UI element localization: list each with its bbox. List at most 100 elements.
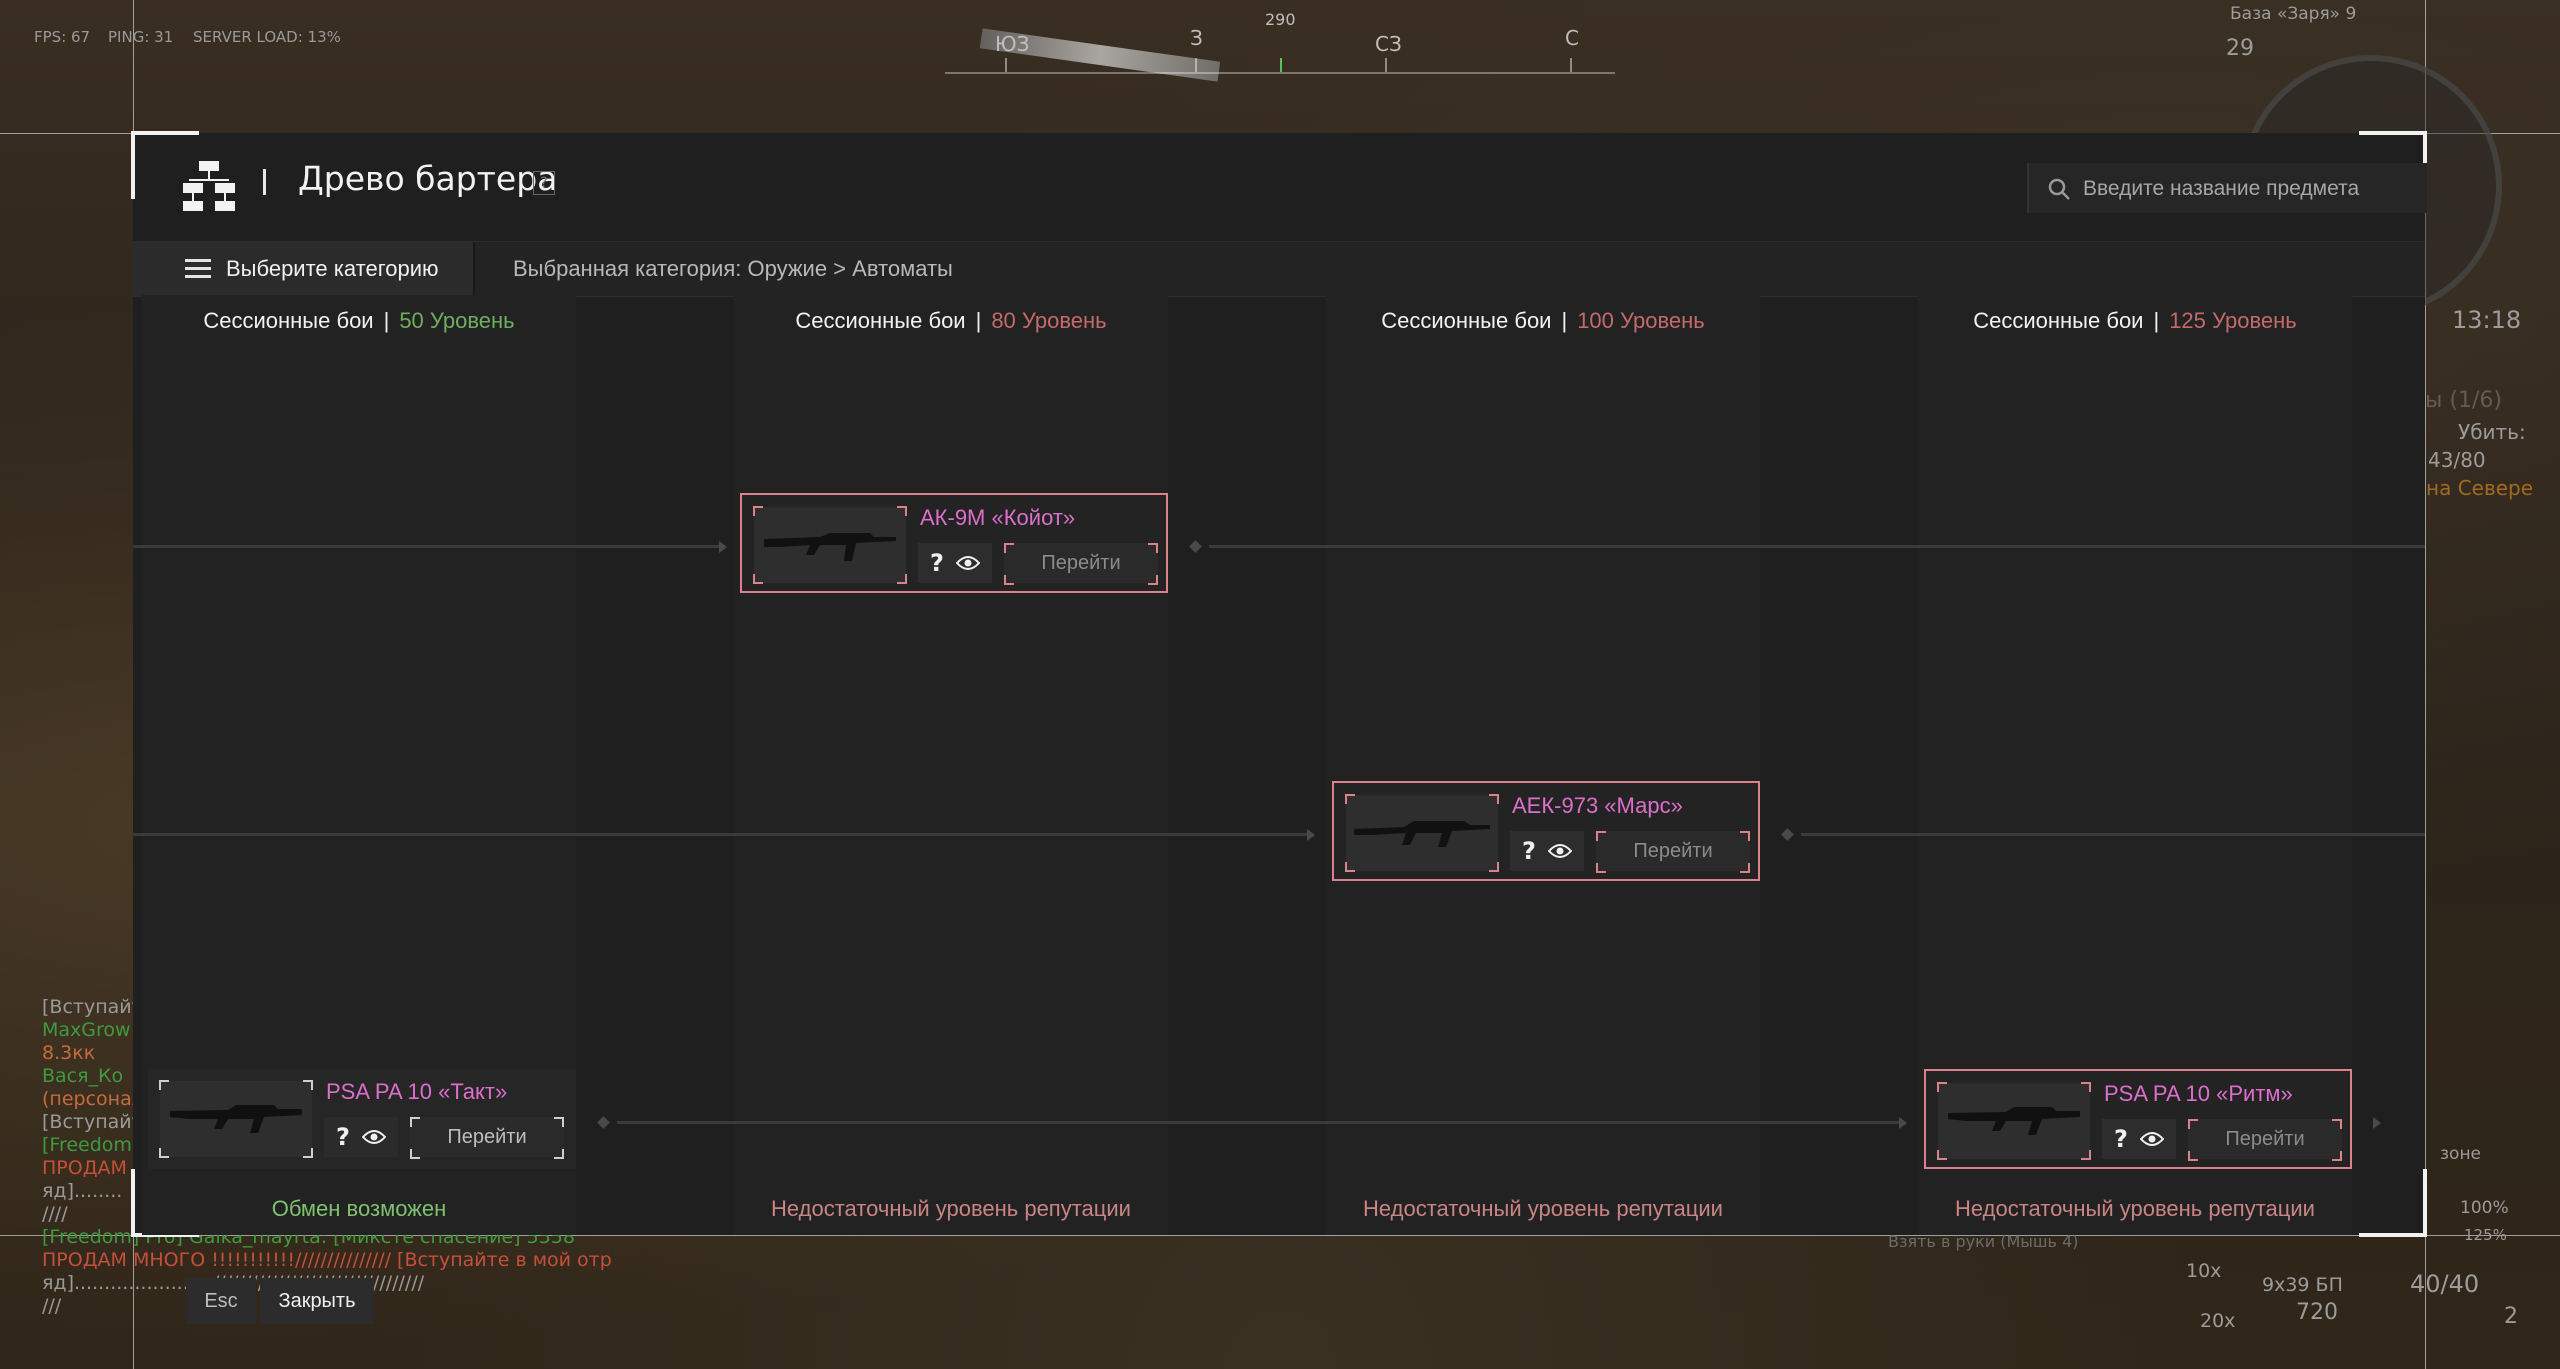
weapon-thumbnail xyxy=(159,1080,313,1158)
quest-location: на Севере xyxy=(2426,476,2534,500)
category-bar: Выберите категорию Выбранная категория: … xyxy=(133,241,2425,297)
menu-icon xyxy=(185,259,211,279)
column-mode: Сессионные бои xyxy=(203,308,374,333)
column-level: 80 Уровень xyxy=(991,308,1107,333)
dialog-title: Древо бартера xyxy=(298,159,558,198)
item-card-ak9m[interactable]: АК-9М «Койот» ? Перейти xyxy=(740,493,1168,593)
compass-label: СЗ xyxy=(1375,32,1402,56)
go-to-item-button[interactable]: Перейти xyxy=(410,1117,564,1157)
stat-percent-b: 125% xyxy=(2464,1226,2507,1244)
go-to-item-button[interactable]: Перейти xyxy=(1596,831,1750,871)
compass-heading: 290 xyxy=(1265,10,1296,29)
select-category-label: Выберите категорию xyxy=(226,256,439,281)
column-level: 100 Уровень xyxy=(1577,308,1705,333)
select-category-button[interactable]: Выберите категорию xyxy=(133,242,475,296)
search-icon xyxy=(2048,178,2070,200)
zoom-level-alt: 20x xyxy=(2200,1310,2236,1332)
barter-tree-dialog: Древо бартера ? Выберите категорию Выбра… xyxy=(131,131,2427,1237)
ammo-type: 9x39 БП xyxy=(2262,1274,2343,1296)
item-actions: ? xyxy=(324,1117,398,1157)
weapon-thumbnail xyxy=(1345,794,1499,872)
item-info-button[interactable]: ? xyxy=(336,1123,350,1151)
search-box[interactable] xyxy=(2027,163,2427,215)
zone-label: зоне xyxy=(2440,1144,2482,1164)
column-mode: Сессионные бои xyxy=(1973,308,2144,333)
quest-count: 43/80 xyxy=(2428,448,2486,472)
tier-column: Сессионные бои | 80 Уровень Недостаточный … xyxy=(734,295,1168,1235)
weapon-thumbnail xyxy=(1937,1082,2091,1160)
stat-percent-a: 100% xyxy=(2460,1198,2509,1218)
connector-line xyxy=(1801,833,2425,836)
dialog-header: Древо бартера ? xyxy=(133,133,2427,241)
column-header: Сессионные бои | 80 Уровень xyxy=(795,308,1107,333)
connector-arrow xyxy=(719,541,727,553)
compass-label: ЮЗ xyxy=(995,32,1030,56)
go-to-item-button[interactable]: Перейти xyxy=(2188,1119,2342,1159)
zoom-level: 10x xyxy=(2186,1260,2222,1282)
column-mode: Сессионные бои xyxy=(795,308,966,333)
column-level: 50 Уровень xyxy=(399,308,515,333)
eye-icon[interactable] xyxy=(2140,1129,2164,1149)
chat-line: ПРОДАМ МНОГО !!!!!!!!!!!/////////////// … xyxy=(42,1249,612,1271)
item-actions: ? xyxy=(2102,1119,2176,1159)
quest-kill-label: Убить: xyxy=(2458,420,2526,444)
item-info-button[interactable]: ? xyxy=(1522,837,1536,865)
item-card-aek973[interactable]: АЕК-973 «Марс» ? Перейти xyxy=(1332,781,1760,881)
column-mode: Сессионные бои xyxy=(1381,308,1552,333)
column-status: Недостаточный уровень репутации xyxy=(1363,1196,1723,1221)
item-card-psa-takt[interactable]: PSA PA 10 «Такт» ? Перейти xyxy=(148,1069,576,1169)
ping-counter: PING: 31 xyxy=(108,28,174,46)
title-separator xyxy=(263,169,266,195)
grenade-count: 2 xyxy=(2504,1304,2518,1329)
compass: ЮЗ З 290 СЗ С xyxy=(945,10,1615,90)
item-card-psa-ritm[interactable]: PSA PA 10 «Ритм» ? Перейти xyxy=(1924,1069,2352,1169)
server-load: SERVER LOAD: 13% xyxy=(193,28,341,46)
magazine-count: 40/40 xyxy=(2410,1270,2480,1298)
connector-line xyxy=(617,1121,1903,1124)
connector-line xyxy=(133,833,1311,836)
item-name: PSA PA 10 «Ритм» xyxy=(2104,1081,2293,1106)
eye-icon[interactable] xyxy=(956,553,980,573)
help-button[interactable]: ? xyxy=(533,171,555,195)
item-actions: ? xyxy=(1510,831,1584,871)
column-status: Обмен возможен xyxy=(271,1196,447,1221)
ammo-reserve: 720 xyxy=(2296,1300,2338,1325)
go-to-item-button[interactable]: Перейти xyxy=(1004,543,1158,583)
column-level: 125 Уровень xyxy=(2169,308,2297,333)
item-info-button[interactable]: ? xyxy=(930,549,944,577)
item-name: АК-9М «Койот» xyxy=(920,505,1076,530)
connector-line xyxy=(1209,545,2425,548)
selected-category: Выбранная категория: Оружие > Автоматы xyxy=(513,256,953,281)
item-actions: ? xyxy=(918,543,992,583)
search-input[interactable] xyxy=(2081,163,2415,215)
barter-tree-icon xyxy=(183,161,235,211)
weapon-thumbnail xyxy=(753,506,907,584)
connector-node xyxy=(597,1116,610,1129)
base-name: База «Заря» 9 xyxy=(2230,4,2357,24)
eye-icon[interactable] xyxy=(1548,841,1572,861)
column-header: Сессионные бои | 100 Уровень xyxy=(1381,308,1705,333)
close-button[interactable]: Закрыть xyxy=(260,1278,374,1324)
connector-node xyxy=(1189,540,1202,553)
connector-line xyxy=(133,545,723,548)
compass-label: З xyxy=(1190,26,1203,50)
connector-arrow xyxy=(1899,1117,1907,1129)
eye-icon[interactable] xyxy=(362,1127,386,1147)
connector-node xyxy=(1781,828,1794,841)
esc-key-hint: Esc xyxy=(186,1278,256,1324)
column-header: Сессионные бои | 125 Уровень xyxy=(1973,308,2297,333)
item-name: PSA PA 10 «Такт» xyxy=(326,1079,508,1104)
fps-counter: FPS: 67 xyxy=(34,28,91,46)
compass-label: С xyxy=(1565,26,1579,50)
connector-arrow xyxy=(1307,829,1315,841)
item-name: АЕК-973 «Марс» xyxy=(1512,793,1683,818)
tier-column: Сессионные бои | 100 Уровень Недостаточный… xyxy=(1326,295,1760,1235)
quest-progress: ы (1/6) xyxy=(2425,388,2502,413)
game-clock: 13:18 xyxy=(2452,306,2522,334)
column-status: Недостаточный уровень репутации xyxy=(771,1196,1131,1221)
column-status: Недостаточный уровень репутации xyxy=(1955,1196,2315,1221)
base-number: 29 xyxy=(2226,36,2254,61)
connector-arrow xyxy=(2373,1117,2381,1129)
item-info-button[interactable]: ? xyxy=(2114,1125,2128,1153)
column-header: Сессионные бои | 50 Уровень xyxy=(203,308,515,333)
